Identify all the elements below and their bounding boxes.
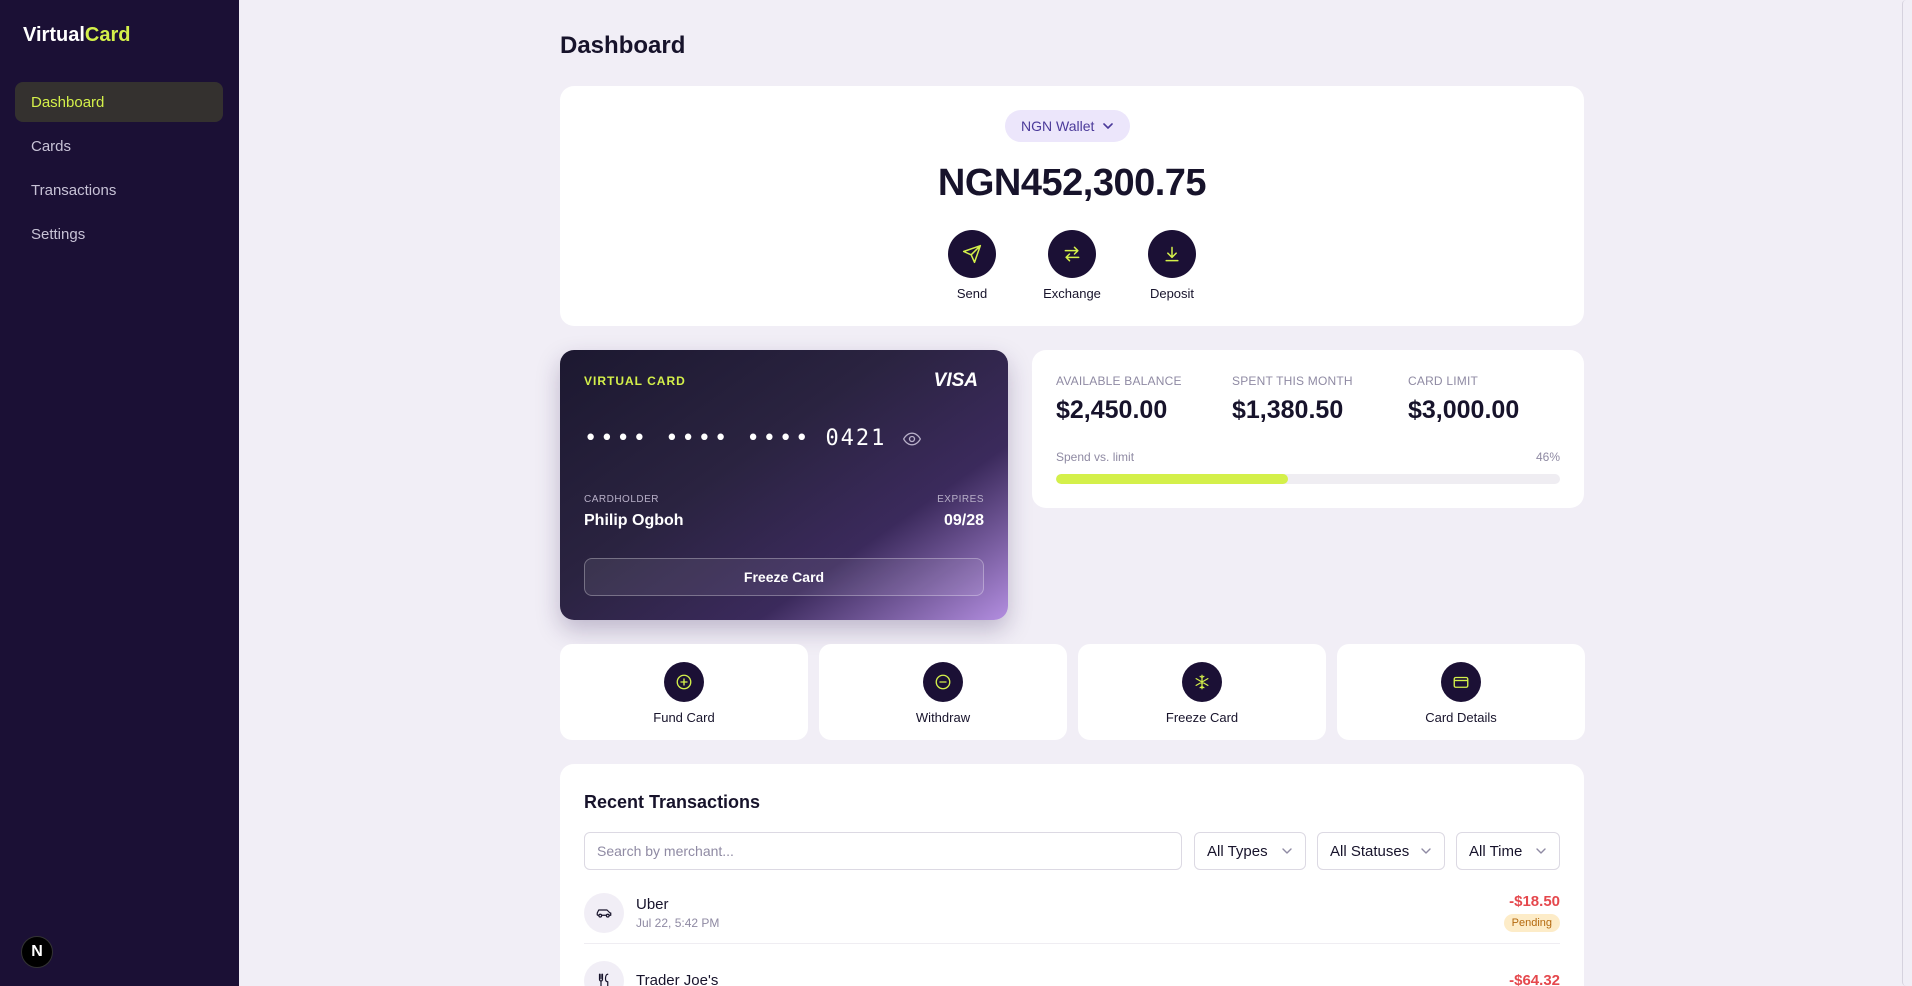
card-details-button[interactable]: Card Details xyxy=(1337,644,1585,740)
withdraw-label: Withdraw xyxy=(915,710,971,725)
page-scrollbar[interactable] xyxy=(1900,0,1912,986)
transaction-amount: -$64.32 xyxy=(1509,972,1560,986)
spend-vs-limit-row: Spend vs. limit 46% xyxy=(1056,450,1560,464)
wallet-selector[interactable]: NGN Wallet xyxy=(1005,110,1131,142)
available-balance-label: AVAILABLE BALANCE xyxy=(1056,374,1182,388)
card-limit-label: CARD LIMIT xyxy=(1408,374,1479,388)
recent-transactions-card: Recent Transactions All Types All Status… xyxy=(560,764,1584,986)
exchange-button[interactable]: Exchange xyxy=(1040,230,1104,301)
freeze-card-quick-label: Freeze Card xyxy=(1165,710,1239,725)
sidebar-item-label: Dashboard xyxy=(31,93,105,111)
fund-card-label: Fund Card xyxy=(653,710,715,725)
sidebar-item-label: Cards xyxy=(31,137,72,155)
time-filter-select[interactable]: All Time xyxy=(1456,832,1560,870)
dev-badge[interactable]: N xyxy=(21,936,53,968)
sidebar-item-settings[interactable]: Settings xyxy=(15,214,223,254)
chevron-down-icon xyxy=(1536,848,1546,854)
transaction-date: Jul 22, 5:42 PM xyxy=(636,915,720,930)
spent-this-month-label: SPENT THIS MONTH xyxy=(1232,374,1353,388)
card-limit-value: $3,000.00 xyxy=(1408,396,1520,424)
spent-this-month-stat: SPENT THIS MONTH $1,380.50 xyxy=(1232,374,1353,425)
status-badge: Pending xyxy=(1503,914,1560,932)
utensils-icon xyxy=(598,973,609,986)
recent-transactions-title: Recent Transactions xyxy=(584,792,761,812)
spend-vs-limit-label: Spend vs. limit xyxy=(1056,450,1135,464)
car-icon xyxy=(596,908,612,918)
expires-label: EXPIRES xyxy=(937,494,984,505)
page-title: Dashboard xyxy=(560,32,686,59)
plus-circle-icon xyxy=(676,674,692,690)
merchant-search-input[interactable] xyxy=(584,832,1182,870)
wallet-selector-label: NGN Wallet xyxy=(1021,118,1095,134)
chevron-down-icon xyxy=(1421,848,1431,854)
snowflake-icon xyxy=(1195,674,1209,690)
virtual-card: VIRTUAL CARD VISA •••• •••• •••• 0421 CA… xyxy=(560,350,1008,620)
brand-name-part1: Virtual xyxy=(23,24,85,46)
cardholder-label: CARDHOLDER xyxy=(584,494,660,505)
time-filter-value: All Time xyxy=(1469,842,1523,860)
card-stats: AVAILABLE BALANCE $2,450.00 SPENT THIS M… xyxy=(1032,350,1584,508)
transaction-merchant: Uber xyxy=(636,895,669,913)
sidebar-item-transactions[interactable]: Transactions xyxy=(15,170,223,210)
chevron-down-icon xyxy=(1282,848,1292,854)
scrollbar-thumb[interactable] xyxy=(1902,0,1910,986)
brand-logo[interactable]: VirtualCard xyxy=(23,24,130,47)
brand-name-part2: Card xyxy=(84,24,131,46)
expires-value: 09/28 xyxy=(943,512,984,529)
freeze-card-quick-button[interactable]: Freeze Card xyxy=(1078,644,1326,740)
table-row[interactable]: Uber Jul 22, 5:42 PM -$18.50 Pending xyxy=(584,882,1560,944)
status-filter-value: All Statuses xyxy=(1330,842,1410,860)
card-number: •••• •••• •••• 0421 xyxy=(584,426,922,451)
spend-vs-limit-percent: 46% xyxy=(1535,450,1560,464)
fund-card-button[interactable]: Fund Card xyxy=(560,644,808,740)
wallet-balance: NGN452,300.75 xyxy=(937,162,1207,204)
type-filter-select[interactable]: All Types xyxy=(1194,832,1306,870)
visa-logo: VISA xyxy=(933,370,978,391)
freeze-card-button[interactable]: Freeze Card xyxy=(584,558,984,596)
wallet-actions: Send Exchange Deposit xyxy=(560,230,1584,301)
cardholder-name: Philip Ogboh xyxy=(584,512,684,529)
minus-circle-icon xyxy=(935,674,951,690)
spend-progress-fill xyxy=(1056,474,1288,484)
sidebar-nav: Dashboard Cards Transactions Settings xyxy=(15,82,223,258)
spend-progress-bar xyxy=(1056,474,1560,484)
sidebar-item-cards[interactable]: Cards xyxy=(15,126,223,166)
sidebar: VirtualCard Dashboard Cards Transactions… xyxy=(0,0,239,986)
status-filter-select[interactable]: All Statuses xyxy=(1317,832,1445,870)
exchange-icon xyxy=(1064,246,1080,262)
exchange-label: Exchange xyxy=(1043,286,1101,301)
withdraw-button[interactable]: Withdraw xyxy=(819,644,1067,740)
deposit-label: Deposit xyxy=(1149,286,1195,301)
card-details-label: Card Details xyxy=(1425,710,1497,725)
sidebar-item-label: Transactions xyxy=(31,181,117,199)
available-balance-stat: AVAILABLE BALANCE $2,450.00 xyxy=(1056,374,1182,425)
deposit-button[interactable]: Deposit xyxy=(1140,230,1204,301)
available-balance-value: $2,450.00 xyxy=(1056,396,1168,424)
chevron-down-icon xyxy=(1103,123,1114,129)
sidebar-item-dashboard[interactable]: Dashboard xyxy=(15,82,223,122)
transaction-merchant: Trader Joe's xyxy=(636,972,719,986)
send-icon xyxy=(962,244,982,264)
wallet-balance-card: NGN Wallet NGN452,300.75 Send Exchange D… xyxy=(560,86,1584,326)
credit-card-icon xyxy=(1453,676,1469,688)
card-limit-stat: CARD LIMIT $3,000.00 xyxy=(1408,374,1519,425)
transaction-amount: -$18.50 xyxy=(1509,893,1560,910)
deposit-icon xyxy=(1165,246,1179,262)
card-number-masked: •••• •••• •••• xyxy=(584,426,812,451)
sidebar-item-label: Settings xyxy=(31,225,86,243)
card-number-last4: 0421 xyxy=(825,426,887,451)
virtual-card-label: VIRTUAL CARD xyxy=(584,374,686,388)
table-row[interactable]: Trader Joe's -$64.32 xyxy=(584,950,1560,986)
type-filter-value: All Types xyxy=(1207,842,1268,860)
spent-this-month-value: $1,380.50 xyxy=(1232,396,1344,424)
eye-icon[interactable] xyxy=(902,429,922,449)
send-button[interactable]: Send xyxy=(940,230,1004,301)
send-label: Send xyxy=(956,286,988,301)
